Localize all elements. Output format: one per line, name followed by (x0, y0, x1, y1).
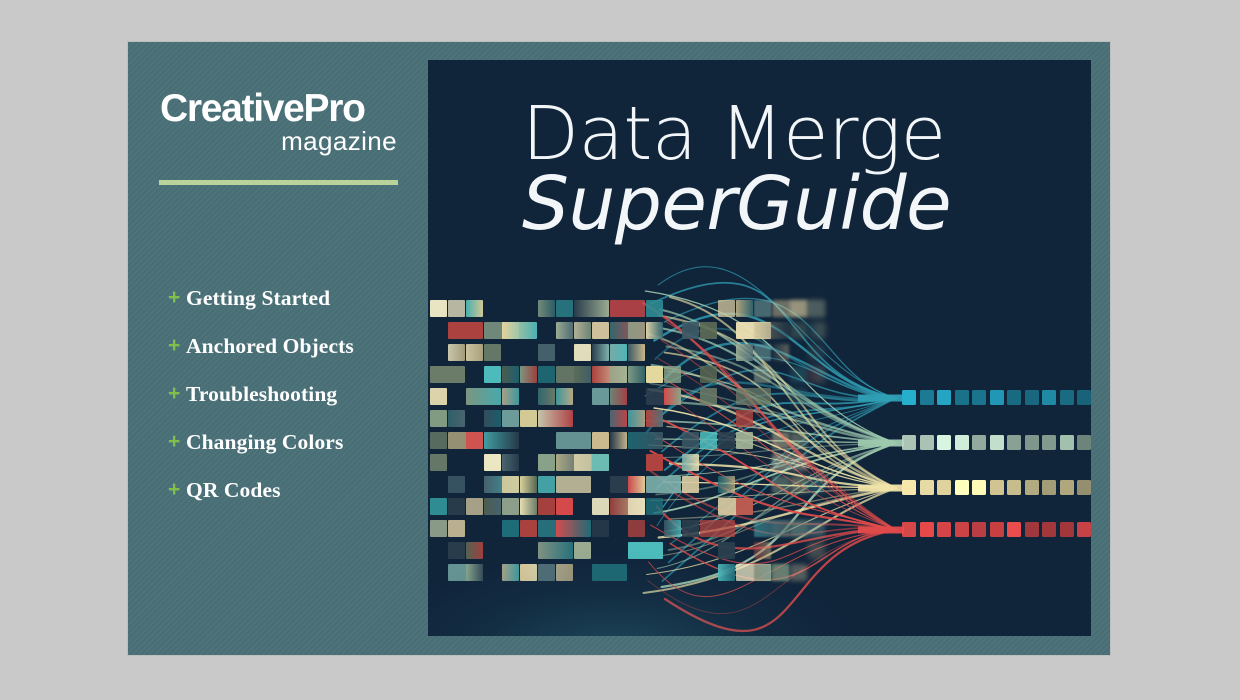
output-cell (937, 522, 951, 537)
output-cell (972, 390, 986, 405)
list-item[interactable]: + QR Codes (158, 479, 418, 527)
output-cell (937, 435, 951, 450)
output-cell (1007, 480, 1021, 495)
output-cell (1042, 522, 1056, 537)
plus-icon: + (168, 478, 181, 501)
output-cell (989, 435, 1004, 450)
output-cell (1024, 522, 1039, 537)
output-cell (1007, 390, 1021, 405)
output-cell (1007, 435, 1021, 450)
list-item-label: Troubleshooting (186, 382, 338, 406)
output-cell (919, 480, 934, 495)
output-cell (954, 435, 969, 450)
output-cell (1077, 522, 1091, 537)
output-cell (902, 435, 916, 450)
output-cell (954, 522, 969, 537)
list-item-label: QR Codes (186, 478, 281, 502)
output-cell (919, 522, 934, 537)
output-cell (919, 390, 934, 405)
output-cell (1024, 390, 1039, 405)
list-item-label: Getting Started (186, 286, 331, 310)
output-cell (1042, 390, 1056, 405)
cover-artwork-panel: Data Merge SuperGuide (428, 60, 1091, 636)
output-cell (989, 522, 1004, 537)
output-cell (902, 480, 916, 495)
brand-column: CreativePro magazine + Getting Started +… (158, 42, 428, 655)
output-cell (972, 480, 986, 495)
output-cell (902, 522, 916, 537)
list-item[interactable]: + Getting Started (158, 287, 418, 335)
output-cell (989, 390, 1004, 405)
logo-secondary-text: magazine (281, 126, 397, 157)
plus-icon: + (168, 382, 181, 405)
list-item-label: Anchored Objects (186, 334, 354, 358)
output-cell (954, 480, 969, 495)
output-cell (919, 435, 934, 450)
output-cell (1042, 435, 1056, 450)
plus-icon: + (168, 334, 181, 357)
output-cell (1059, 522, 1074, 537)
title-line-1: Data Merge (522, 91, 946, 177)
output-cell (972, 435, 986, 450)
list-item[interactable]: + Anchored Objects (158, 335, 418, 383)
output-cell (1077, 435, 1091, 450)
page-title: Data Merge SuperGuide (522, 91, 1082, 247)
output-cell (902, 390, 916, 405)
list-item[interactable]: + Changing Colors (158, 431, 418, 479)
output-cell (1024, 435, 1039, 450)
title-line-2: SuperGuide (522, 160, 952, 247)
output-cell (1077, 480, 1091, 495)
output-cell (1059, 480, 1074, 495)
output-cell (1042, 480, 1056, 495)
output-cell (1007, 522, 1021, 537)
accent-divider-rule (159, 180, 398, 185)
list-item-label: Changing Colors (186, 430, 344, 454)
output-cell (937, 480, 951, 495)
plus-icon: + (168, 430, 181, 453)
logo-primary-text: CreativePro (160, 87, 366, 130)
output-cell (1059, 435, 1074, 450)
output-cell (989, 480, 1004, 495)
output-cell (954, 390, 969, 405)
contents-list: + Getting Started + Anchored Objects + T… (158, 287, 418, 527)
output-cell (972, 522, 986, 537)
magazine-cover-panel: CreativePro magazine + Getting Started +… (128, 42, 1110, 655)
plus-icon: + (168, 286, 181, 309)
output-cell (1024, 480, 1039, 495)
list-item[interactable]: + Troubleshooting (158, 383, 418, 431)
output-cell (1059, 390, 1074, 405)
output-cell (937, 390, 951, 405)
output-cell (1077, 390, 1091, 405)
creativepro-logo: CreativePro magazine (158, 87, 398, 157)
